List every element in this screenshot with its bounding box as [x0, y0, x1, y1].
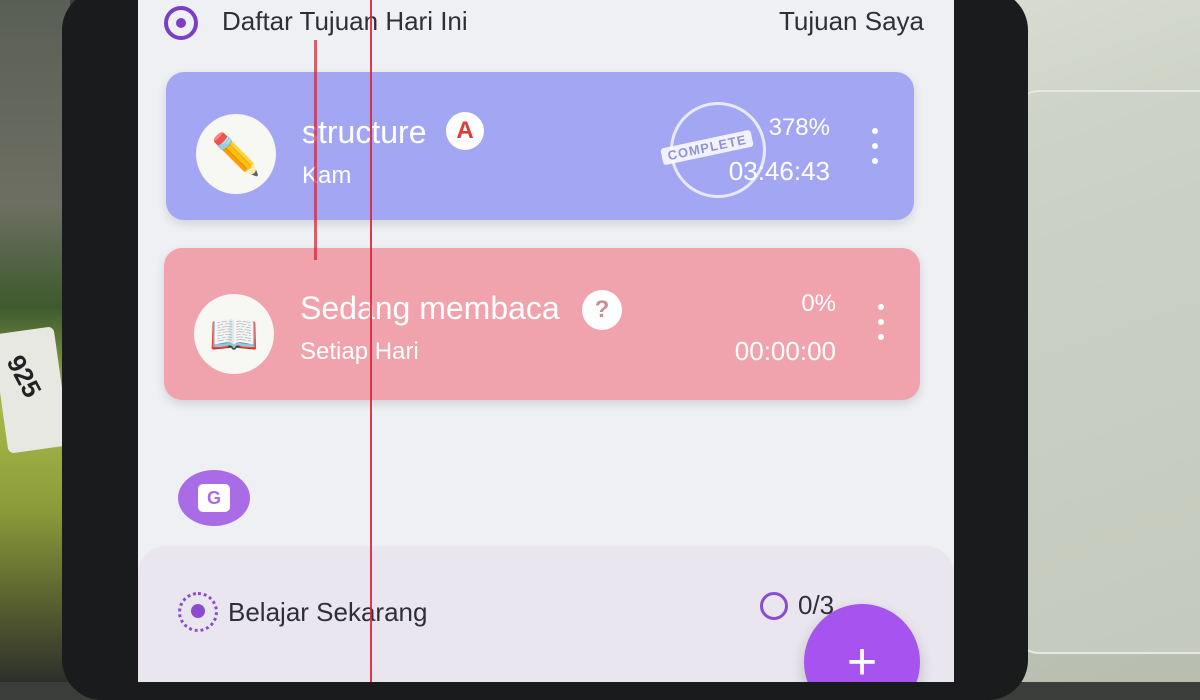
goal-card-reading[interactable]: 📖 Sedang membaca ? Setiap Hari 0% 00:00:…: [164, 248, 920, 400]
book-icon: 📖: [194, 294, 274, 374]
page-title: Daftar Tujuan Hari Ini: [222, 6, 468, 36]
goal-subtitle: Setiap Hari: [300, 338, 419, 365]
help-badge[interactable]: ?: [582, 290, 622, 330]
user-icon: [760, 591, 788, 620]
my-goals-link[interactable]: Tujuan Saya: [779, 6, 924, 37]
goal-time: 00:00:00: [734, 336, 836, 366]
target-icon: [164, 6, 198, 40]
pencil-icon: ✏️: [196, 114, 276, 194]
goal-card-structure[interactable]: ✏️ structure A Kam COMPLETE 378% 03:46:4…: [166, 72, 914, 220]
goal-name: Sedang membaca: [300, 290, 560, 326]
participants-count: 0/3: [760, 590, 834, 621]
app-screen: Daftar Tujuan Hari Ini Tujuan Saya ✏️ st…: [138, 0, 954, 682]
screen-defect-line: [370, 0, 372, 682]
more-menu-icon[interactable]: [876, 304, 886, 340]
header: Daftar Tujuan Hari Ini Tujuan Saya: [164, 4, 924, 40]
goal-name: structure: [302, 114, 427, 150]
learn-now-row[interactable]: Belajar Sekarang: [178, 592, 427, 632]
learn-now-label: Belajar Sekarang: [228, 596, 428, 627]
priority-badge: A: [446, 112, 484, 150]
goal-percent: 0%: [801, 290, 836, 317]
more-menu-icon[interactable]: [870, 128, 880, 164]
background-right: [1000, 0, 1200, 682]
g-icon: G: [198, 484, 230, 512]
goal-time: 03:46:43: [728, 156, 830, 186]
screen-defect-line: [314, 40, 317, 260]
goal-subtitle: Kam: [302, 162, 352, 189]
g-button[interactable]: G: [178, 470, 250, 526]
goal-percent: 378%: [768, 114, 830, 141]
wreath-icon: [178, 592, 218, 632]
